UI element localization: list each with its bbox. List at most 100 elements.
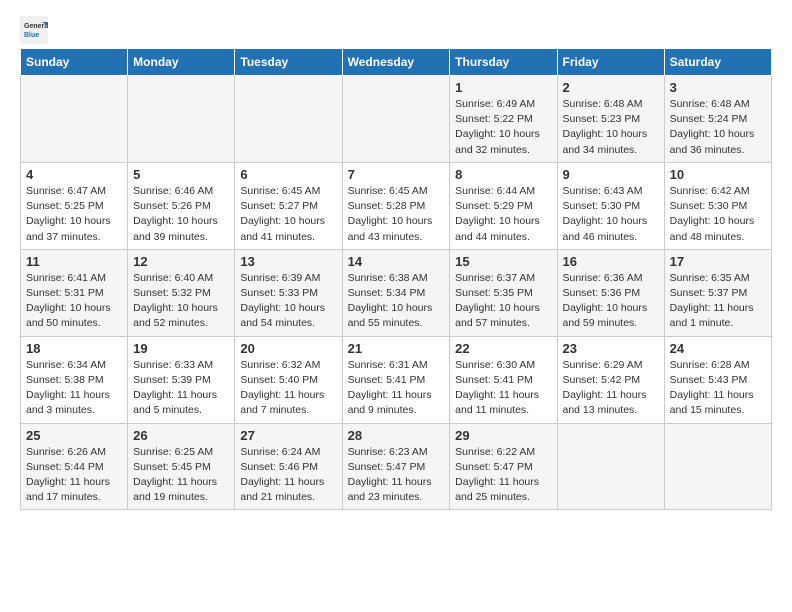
day-number: 27 [240, 428, 336, 443]
calendar-cell: 6 Sunrise: 6:45 AM Sunset: 5:27 PM Daylig… [235, 162, 342, 249]
day-info: Sunrise: 6:33 AM Sunset: 5:39 PM Dayligh… [133, 358, 229, 419]
day-number: 3 [670, 80, 766, 95]
calendar-cell: 8 Sunrise: 6:44 AM Sunset: 5:29 PM Daylig… [450, 162, 557, 249]
day-number: 16 [563, 254, 659, 269]
calendar-cell: 21 Sunrise: 6:31 AM Sunset: 5:41 PM Dayli… [342, 336, 450, 423]
day-number: 28 [348, 428, 445, 443]
day-number: 21 [348, 341, 445, 356]
day-number: 18 [26, 341, 122, 356]
day-header-thursday: Thursday [450, 49, 557, 76]
calendar-cell: 12Sunrise: 6:40 AM Sunset: 5:32 PM Dayli… [128, 249, 235, 336]
calendar-week-row: 4Sunrise: 6:47 AM Sunset: 5:25 PM Daylig… [21, 162, 772, 249]
day-header-monday: Monday [128, 49, 235, 76]
day-info: Sunrise: 6:48 AM Sunset: 5:23 PM Dayligh… [563, 97, 659, 158]
day-info: Sunrise: 6:31 AM Sunset: 5:41 PM Dayligh… [348, 358, 445, 419]
day-number: 6 [240, 167, 336, 182]
day-number: 15 [455, 254, 551, 269]
day-info: Sunrise: 6:24 AM Sunset: 5:46 PM Dayligh… [240, 445, 336, 506]
day-number: 13 [240, 254, 336, 269]
day-number: 7 [348, 167, 445, 182]
day-number: 9 [563, 167, 659, 182]
day-number: 1 [455, 80, 551, 95]
day-number: 20 [240, 341, 336, 356]
calendar-cell: 11 Sunrise: 6:41 AM Sunset: 5:31 PM Dayli… [21, 249, 128, 336]
day-number: 8 [455, 167, 551, 182]
logo-icon: General Blue [20, 16, 48, 44]
calendar-cell: 23 Sunrise: 6:29 AM Sunset: 5:42 PM Dayli… [557, 336, 664, 423]
day-header-wednesday: Wednesday [342, 49, 450, 76]
calendar-cell: 10 Sunrise: 6:42 AM Sunset: 5:30 PM Dayli… [664, 162, 771, 249]
day-info: Sunrise: 6:46 AM Sunset: 5:26 PM Dayligh… [133, 184, 229, 245]
day-header-friday: Friday [557, 49, 664, 76]
day-info: Sunrise: 6:42 AM Sunset: 5:30 PM Dayligh… [670, 184, 766, 245]
calendar-cell: 27 Sunrise: 6:24 AM Sunset: 5:46 PM Dayli… [235, 423, 342, 510]
day-header-sunday: Sunday [21, 49, 128, 76]
day-number: 23 [563, 341, 659, 356]
calendar-cell: 9 Sunrise: 6:43 AM Sunset: 5:30 PM Daylig… [557, 162, 664, 249]
day-info: Sunrise: 6:30 AM Sunset: 5:41 PM Dayligh… [455, 358, 551, 419]
calendar-cell: 2 Sunrise: 6:48 AM Sunset: 5:23 PM Daylig… [557, 76, 664, 163]
day-info: Sunrise: 6:38 AM Sunset: 5:34 PM Dayligh… [348, 271, 445, 332]
day-number: 10 [670, 167, 766, 182]
day-info: Sunrise: 6:45 AM Sunset: 5:27 PM Dayligh… [240, 184, 336, 245]
day-number: 26 [133, 428, 229, 443]
calendar-cell: 5 Sunrise: 6:46 AM Sunset: 5:26 PM Daylig… [128, 162, 235, 249]
day-info: Sunrise: 6:39 AM Sunset: 5:33 PM Dayligh… [240, 271, 336, 332]
day-info: Sunrise: 6:35 AM Sunset: 5:37 PM Dayligh… [670, 271, 766, 332]
day-info: Sunrise: 6:48 AM Sunset: 5:24 PM Dayligh… [670, 97, 766, 158]
calendar-cell: 24 Sunrise: 6:28 AM Sunset: 5:43 PM Dayli… [664, 336, 771, 423]
day-info: Sunrise: 6:29 AM Sunset: 5:42 PM Dayligh… [563, 358, 659, 419]
calendar-cell: 7Sunrise: 6:45 AM Sunset: 5:28 PM Daylig… [342, 162, 450, 249]
day-header-tuesday: Tuesday [235, 49, 342, 76]
day-info: Sunrise: 6:26 AM Sunset: 5:44 PM Dayligh… [26, 445, 122, 506]
calendar-cell: 26 Sunrise: 6:25 AM Sunset: 5:45 PM Dayli… [128, 423, 235, 510]
calendar-cell: 22Sunrise: 6:30 AM Sunset: 5:41 PM Dayli… [450, 336, 557, 423]
calendar-cell [557, 423, 664, 510]
day-info: Sunrise: 6:25 AM Sunset: 5:45 PM Dayligh… [133, 445, 229, 506]
day-info: Sunrise: 6:37 AM Sunset: 5:35 PM Dayligh… [455, 271, 551, 332]
svg-text:General: General [24, 23, 48, 30]
day-info: Sunrise: 6:22 AM Sunset: 5:47 PM Dayligh… [455, 445, 551, 506]
calendar-cell: 13 Sunrise: 6:39 AM Sunset: 5:33 PM Dayli… [235, 249, 342, 336]
day-number: 24 [670, 341, 766, 356]
calendar-cell [235, 76, 342, 163]
day-number: 17 [670, 254, 766, 269]
day-info: Sunrise: 6:36 AM Sunset: 5:36 PM Dayligh… [563, 271, 659, 332]
calendar-cell: 20 Sunrise: 6:32 AM Sunset: 5:40 PM Dayli… [235, 336, 342, 423]
day-number: 12 [133, 254, 229, 269]
calendar-cell [21, 76, 128, 163]
calendar-week-row: 1 Sunrise: 6:49 AM Sunset: 5:22 PM Daylig… [21, 76, 772, 163]
calendar-cell: 17 Sunrise: 6:35 AM Sunset: 5:37 PM Dayli… [664, 249, 771, 336]
calendar-week-row: 25 Sunrise: 6:26 AM Sunset: 5:44 PM Dayli… [21, 423, 772, 510]
calendar-cell: 16 Sunrise: 6:36 AM Sunset: 5:36 PM Dayli… [557, 249, 664, 336]
calendar-cell: 3 Sunrise: 6:48 AM Sunset: 5:24 PM Daylig… [664, 76, 771, 163]
day-number: 2 [563, 80, 659, 95]
day-number: 5 [133, 167, 229, 182]
calendar-cell: 14 Sunrise: 6:38 AM Sunset: 5:34 PM Dayli… [342, 249, 450, 336]
calendar-cell: 19 Sunrise: 6:33 AM Sunset: 5:39 PM Dayli… [128, 336, 235, 423]
day-info: Sunrise: 6:34 AM Sunset: 5:38 PM Dayligh… [26, 358, 122, 419]
calendar-cell [128, 76, 235, 163]
day-info: Sunrise: 6:41 AM Sunset: 5:31 PM Dayligh… [26, 271, 122, 332]
calendar-cell: 4Sunrise: 6:47 AM Sunset: 5:25 PM Daylig… [21, 162, 128, 249]
day-info: Sunrise: 6:32 AM Sunset: 5:40 PM Dayligh… [240, 358, 336, 419]
calendar-week-row: 11 Sunrise: 6:41 AM Sunset: 5:31 PM Dayli… [21, 249, 772, 336]
day-info: Sunrise: 6:28 AM Sunset: 5:43 PM Dayligh… [670, 358, 766, 419]
day-number: 11 [26, 254, 122, 269]
day-info: Sunrise: 6:49 AM Sunset: 5:22 PM Dayligh… [455, 97, 551, 158]
day-info: Sunrise: 6:47 AM Sunset: 5:25 PM Dayligh… [26, 184, 122, 245]
calendar-cell: 18 Sunrise: 6:34 AM Sunset: 5:38 PM Dayli… [21, 336, 128, 423]
calendar-cell [342, 76, 450, 163]
svg-text:Blue: Blue [24, 32, 39, 39]
day-number: 29 [455, 428, 551, 443]
calendar-cell: 28Sunrise: 6:23 AM Sunset: 5:47 PM Dayli… [342, 423, 450, 510]
calendar-cell: 29 Sunrise: 6:22 AM Sunset: 5:47 PM Dayli… [450, 423, 557, 510]
day-number: 25 [26, 428, 122, 443]
day-number: 19 [133, 341, 229, 356]
day-number: 14 [348, 254, 445, 269]
calendar-cell: 25 Sunrise: 6:26 AM Sunset: 5:44 PM Dayli… [21, 423, 128, 510]
day-info: Sunrise: 6:43 AM Sunset: 5:30 PM Dayligh… [563, 184, 659, 245]
day-info: Sunrise: 6:44 AM Sunset: 5:29 PM Dayligh… [455, 184, 551, 245]
calendar-week-row: 18 Sunrise: 6:34 AM Sunset: 5:38 PM Dayli… [21, 336, 772, 423]
calendar-cell: 15 Sunrise: 6:37 AM Sunset: 5:35 PM Dayli… [450, 249, 557, 336]
